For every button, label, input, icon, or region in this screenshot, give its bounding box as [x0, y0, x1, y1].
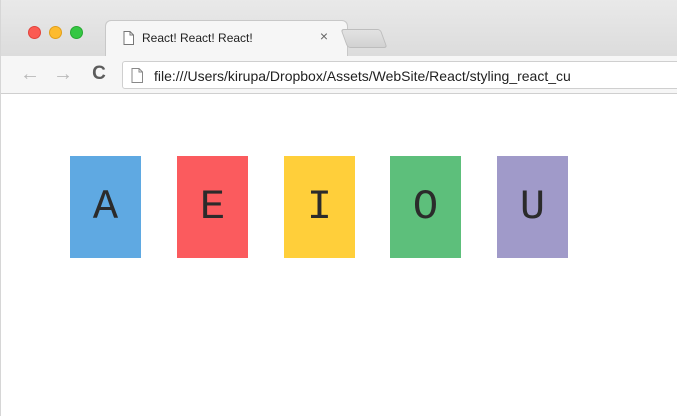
vowel-letter-o: O	[412, 183, 439, 231]
forward-arrow-icon[interactable]: →	[52, 63, 74, 85]
close-icon[interactable]: ×	[316, 28, 332, 44]
address-bar[interactable]: file:///Users/kirupa/Dropbox/Assets/WebS…	[122, 61, 677, 89]
vowel-letter-a: A	[92, 183, 119, 231]
tab-bar: React! React! React! ×	[1, 0, 677, 56]
new-tab-button[interactable]	[340, 29, 388, 48]
vowel-card-e: E	[177, 156, 248, 258]
browser-window: React! React! React! × ← → C file:///Use…	[0, 0, 677, 416]
back-arrow-icon[interactable]: ←	[19, 63, 41, 85]
tab-react[interactable]: React! React! React! ×	[105, 20, 348, 56]
vowel-card-a: A	[70, 156, 141, 258]
vowel-card-o: O	[390, 156, 461, 258]
page-icon	[131, 68, 143, 83]
address-text: file:///Users/kirupa/Dropbox/Assets/WebS…	[154, 68, 571, 84]
zoom-window-button[interactable]	[70, 26, 83, 39]
minimize-window-button[interactable]	[49, 26, 62, 39]
close-window-button[interactable]	[28, 26, 41, 39]
vowel-card-i: I	[284, 156, 355, 258]
browser-toolbar: ← → C file:///Users/kirupa/Dropbox/Asset…	[1, 56, 677, 94]
page-content: A E I O U	[1, 95, 677, 416]
tab-title: React! React! React!	[142, 31, 253, 45]
page-icon	[123, 31, 134, 45]
vowel-letter-u: U	[519, 183, 546, 231]
vowel-letter-e: E	[199, 183, 226, 231]
reload-icon[interactable]: C	[88, 63, 110, 85]
vowel-card-u: U	[497, 156, 568, 258]
vowel-letter-i: I	[306, 183, 333, 231]
